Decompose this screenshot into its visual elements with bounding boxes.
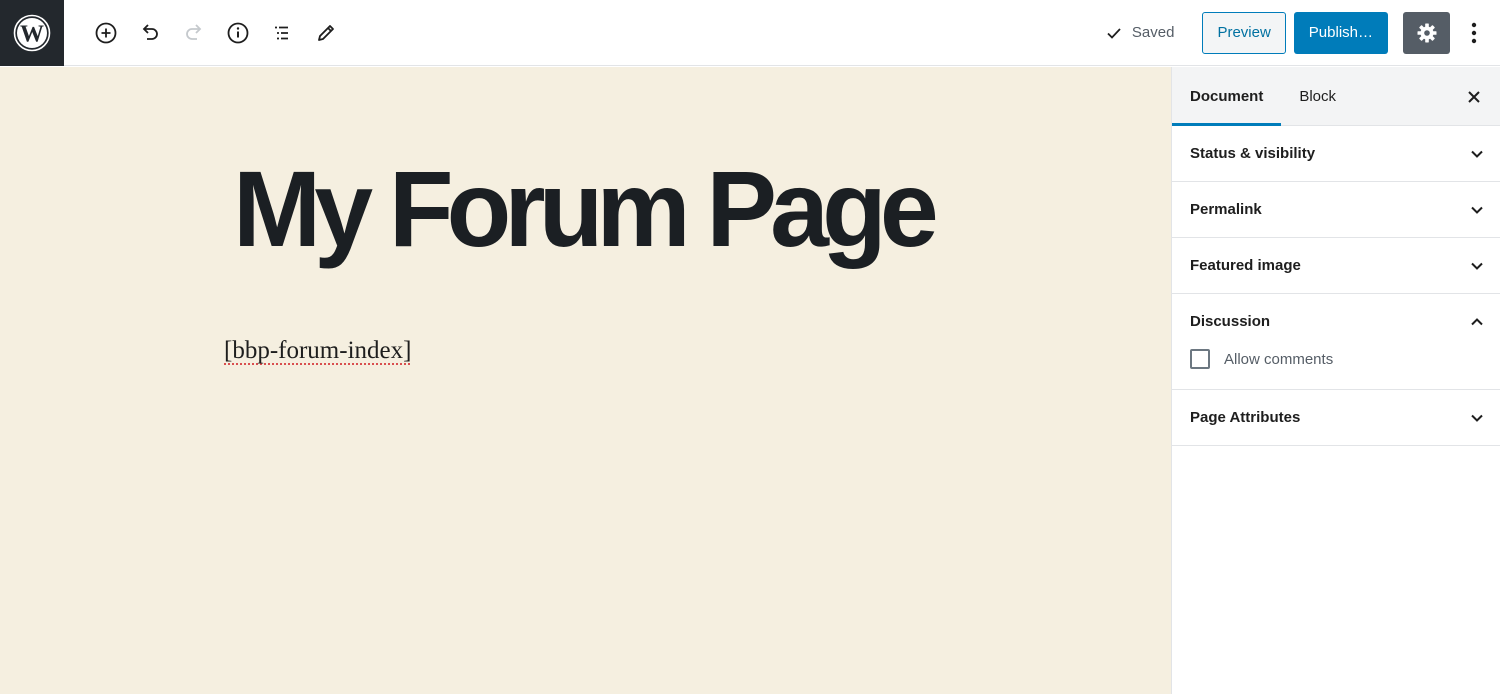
close-icon [1468,91,1480,103]
add-block-button[interactable] [86,13,126,53]
more-menu-button[interactable] [1460,12,1488,54]
panel-title: Permalink [1190,201,1262,218]
pencil-icon [318,24,334,41]
panel-toggle-permalink[interactable]: Permalink [1172,182,1500,237]
panel-title: Discussion [1190,313,1271,330]
chevron-down-icon [1471,206,1483,214]
tools-button[interactable] [306,13,346,53]
panel-toggle-discussion[interactable]: Discussion [1172,294,1500,349]
panel-toggle-featured-image[interactable]: Featured image [1172,238,1500,293]
panel-permalink: Permalink [1172,182,1500,238]
panel-toggle-status-visibility[interactable]: Status & visibility [1172,126,1500,181]
panel-title: Page Attributes [1190,409,1301,426]
redo-button[interactable] [174,13,214,53]
saved-label: Saved [1131,24,1175,41]
preview-button[interactable]: Preview [1202,11,1286,54]
panel-title: Status & visibility [1190,145,1316,162]
close-sidebar-button[interactable] [1462,85,1486,109]
chevron-down-icon [1471,262,1483,270]
wordpress-logo-icon: W [13,14,51,51]
allow-comments-checkbox[interactable] [1190,349,1210,369]
panel-page-attributes: Page Attributes [1172,390,1500,446]
tab-document[interactable]: Document [1172,67,1282,126]
panel-status-visibility: Status & visibility [1172,126,1500,182]
chevron-up-icon [1471,317,1483,325]
checkmark-icon [1107,27,1121,39]
post-title[interactable]: My Forum Page [233,155,939,263]
paragraph-block[interactable]: [bbp-forum-index] [224,337,411,365]
panel-featured-image: Featured image [1172,238,1500,294]
settings-button[interactable] [1403,11,1450,54]
info-icon [227,22,249,43]
allow-comments-label[interactable]: Allow comments [1224,351,1333,368]
block-navigation-button[interactable] [262,13,302,53]
header-settings: Saved Preview Publish… [1104,0,1500,66]
panel-toggle-page-attributes[interactable]: Page Attributes [1172,390,1500,445]
list-icon [275,26,288,39]
tab-block[interactable]: Block [1281,67,1354,125]
panel-title: Featured image [1190,257,1301,274]
panel-discussion: Discussion Allow comments [1172,294,1500,390]
undo-button[interactable] [130,13,170,53]
undo-icon [142,23,158,40]
toolbar-tools [86,13,350,53]
wordpress-logo-button[interactable]: W [0,0,64,66]
chevron-down-icon [1471,150,1483,158]
settings-sidebar: Document Block Status & visibility Perma… [1171,67,1500,694]
gear-icon [1417,23,1436,42]
content-structure-button[interactable] [218,13,258,53]
discussion-body: Allow comments [1172,349,1500,389]
plus-circle-icon [95,22,117,43]
publish-button[interactable]: Publish… [1293,11,1388,54]
svg-text:W: W [20,21,44,47]
shortcode-text: [bbp-forum-index] [224,337,412,364]
saved-status: Saved [1104,23,1175,43]
editor-canvas: My Forum Page [bbp-forum-index] [0,67,1171,694]
allow-comments-option: Allow comments [1190,349,1482,369]
editor-header: W Saved Preview Publish… [0,0,1500,66]
sidebar-tabs: Document Block [1172,67,1500,126]
chevron-down-icon [1471,414,1483,422]
vertical-ellipsis-icon [1471,22,1477,43]
redo-icon [186,23,202,40]
